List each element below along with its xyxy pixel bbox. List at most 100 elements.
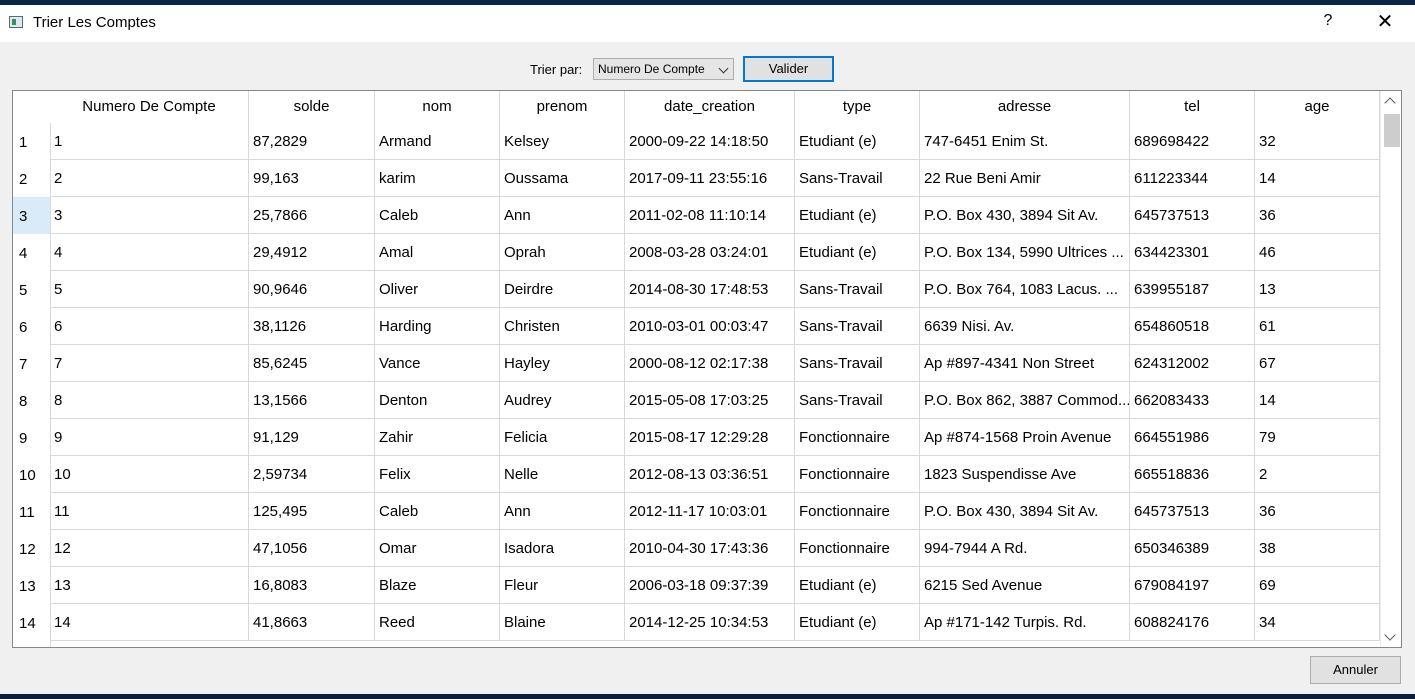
cell-adresse[interactable]: Ap #171-142 Turpis. Rd.: [920, 604, 1130, 640]
row-header[interactable]: 2: [13, 160, 50, 197]
cell-tel[interactable]: 650346389: [1130, 530, 1255, 566]
cell-age[interactable]: 2: [1255, 456, 1380, 492]
cell-numero-de-compte[interactable]: 10: [50, 456, 249, 492]
cell-nom[interactable]: Omar: [375, 530, 500, 566]
row-header[interactable]: 10: [13, 456, 50, 493]
cell-date-creation[interactable]: 2014-12-25 10:34:53: [625, 604, 795, 640]
cancel-button[interactable]: Annuler: [1310, 656, 1401, 684]
cell-age[interactable]: 34: [1255, 604, 1380, 640]
cell-age[interactable]: 13: [1255, 271, 1380, 307]
row-header[interactable]: 1: [13, 123, 50, 160]
column-header-tel[interactable]: tel: [1130, 91, 1255, 123]
cell-nom[interactable]: Caleb: [375, 493, 500, 529]
cell-nom[interactable]: karim: [375, 160, 500, 196]
cell-tel[interactable]: 664551986: [1130, 419, 1255, 455]
cell-type[interactable]: Fonctionnaire: [795, 456, 920, 492]
cell-adresse[interactable]: Ap #897-4341 Non Street: [920, 345, 1130, 381]
row-header[interactable]: 13: [13, 567, 50, 604]
table-row[interactable]: 10 2,59734 Felix Nelle 2012-08-13 03:36:51 Fo…: [50, 456, 1380, 493]
row-header[interactable]: 5: [13, 271, 50, 308]
cell-type[interactable]: Sans-Travail: [795, 345, 920, 381]
cell-type[interactable]: Fonctionnaire: [795, 530, 920, 566]
cell-type[interactable]: Sans-Travail: [795, 271, 920, 307]
cell-numero-de-compte[interactable]: 2: [50, 160, 249, 196]
cell-age[interactable]: 14: [1255, 160, 1380, 196]
cell-numero-de-compte[interactable]: 4: [50, 234, 249, 270]
cell-prenom[interactable]: Nelle: [500, 456, 625, 492]
cell-prenom[interactable]: Hayley: [500, 345, 625, 381]
table-row[interactable]: 6 38,1126 Harding Christen 2010-03-01 00:03:…: [50, 308, 1380, 345]
cell-type[interactable]: Sans-Travail: [795, 160, 920, 196]
table-row[interactable]: 12 47,1056 Omar Isadora 2010-04-30 17:43:36 F…: [50, 530, 1380, 567]
cell-type[interactable]: Etudiant (e): [795, 123, 920, 159]
cell-nom[interactable]: Felix: [375, 456, 500, 492]
cell-age[interactable]: 61: [1255, 308, 1380, 344]
cell-tel[interactable]: 679084197: [1130, 567, 1255, 603]
cell-tel[interactable]: 639955187: [1130, 271, 1255, 307]
row-header[interactable]: 3: [13, 197, 50, 234]
cell-numero-de-compte[interactable]: 13: [50, 567, 249, 603]
cell-age[interactable]: 36: [1255, 493, 1380, 529]
cell-nom[interactable]: Harding: [375, 308, 500, 344]
cell-solde[interactable]: 41,8663: [249, 604, 375, 640]
cell-prenom[interactable]: Isadora: [500, 530, 625, 566]
cell-tel[interactable]: 689698422: [1130, 123, 1255, 159]
cell-tel[interactable]: 662083433: [1130, 382, 1255, 418]
cell-date-creation[interactable]: 2010-04-30 17:43:36: [625, 530, 795, 566]
cell-adresse[interactable]: 747-6451 Enim St.: [920, 123, 1130, 159]
cell-tel[interactable]: 645737513: [1130, 493, 1255, 529]
cell-date-creation[interactable]: 2012-11-17 10:03:01: [625, 493, 795, 529]
cell-age[interactable]: 69: [1255, 567, 1380, 603]
cell-nom[interactable]: Reed: [375, 604, 500, 640]
cell-tel[interactable]: 611223344: [1130, 160, 1255, 196]
cell-numero-de-compte[interactable]: 14: [50, 604, 249, 640]
cell-date-creation[interactable]: 2012-08-13 03:36:51: [625, 456, 795, 492]
cell-tel[interactable]: 665518836: [1130, 456, 1255, 492]
cell-numero-de-compte[interactable]: 1: [50, 123, 249, 159]
column-header-type[interactable]: type: [795, 91, 920, 123]
cell-solde[interactable]: 16,8083: [249, 567, 375, 603]
cell-solde[interactable]: 47,1056: [249, 530, 375, 566]
cell-prenom[interactable]: Blaine: [500, 604, 625, 640]
cell-numero-de-compte[interactable]: 7: [50, 345, 249, 381]
cell-adresse[interactable]: P.O. Box 764, 1083 Lacus. ...: [920, 271, 1130, 307]
row-header[interactable]: 7: [13, 345, 50, 382]
cell-type[interactable]: Etudiant (e): [795, 604, 920, 640]
cell-age[interactable]: 79: [1255, 419, 1380, 455]
cell-date-creation[interactable]: 2017-09-11 23:55:16: [625, 160, 795, 196]
cell-prenom[interactable]: Ann: [500, 493, 625, 529]
cell-date-creation[interactable]: 2015-05-08 17:03:25: [625, 382, 795, 418]
table-row[interactable]: 13 16,8083 Blaze Fleur 2006-03-18 09:37:39 Et…: [50, 567, 1380, 604]
cell-date-creation[interactable]: 2014-08-30 17:48:53: [625, 271, 795, 307]
cell-numero-de-compte[interactable]: 6: [50, 308, 249, 344]
cell-numero-de-compte[interactable]: 12: [50, 530, 249, 566]
cell-adresse[interactable]: 22 Rue Beni Amir: [920, 160, 1130, 196]
row-header[interactable]: 9: [13, 419, 50, 456]
cell-date-creation[interactable]: 2000-09-22 14:18:50: [625, 123, 795, 159]
table-row[interactable]: 4 29,4912 Amal Oprah 2008-03-28 03:24:01 Etud…: [50, 234, 1380, 271]
scroll-thumb[interactable]: [1384, 114, 1400, 147]
title-bar[interactable]: Trier Les Comptes ? ✕: [0, 5, 1415, 42]
cell-type[interactable]: Sans-Travail: [795, 382, 920, 418]
close-button[interactable]: ✕: [1374, 11, 1396, 35]
table-row[interactable]: 2 99,163 karim Oussama 2017-09-11 23:55:16 Sa…: [50, 160, 1380, 197]
cell-prenom[interactable]: Felicia: [500, 419, 625, 455]
validate-button[interactable]: Valider: [743, 56, 834, 82]
cell-solde[interactable]: 87,2829: [249, 123, 375, 159]
cell-prenom[interactable]: Audrey: [500, 382, 625, 418]
table-row[interactable]: 14 41,8663 Reed Blaine 2014-12-25 10:34:53 Et…: [50, 604, 1380, 641]
cell-nom[interactable]: Oliver: [375, 271, 500, 307]
cell-solde[interactable]: 125,495: [249, 493, 375, 529]
cell-prenom[interactable]: Fleur: [500, 567, 625, 603]
cell-solde[interactable]: 90,9646: [249, 271, 375, 307]
cell-adresse[interactable]: P.O. Box 862, 3887 Commod...: [920, 382, 1130, 418]
cell-date-creation[interactable]: 2006-03-18 09:37:39: [625, 567, 795, 603]
cell-solde[interactable]: 2,59734: [249, 456, 375, 492]
cell-type[interactable]: Etudiant (e): [795, 567, 920, 603]
cell-tel[interactable]: 608824176: [1130, 604, 1255, 640]
table-row[interactable]: 7 85,6245 Vance Hayley 2000-08-12 02:17:38 Sa…: [50, 345, 1380, 382]
sort-by-select[interactable]: Numero De Compte: [593, 58, 734, 80]
table-row[interactable]: 8 13,1566 Denton Audrey 2015-05-08 17:03:25 S…: [50, 382, 1380, 419]
cell-prenom[interactable]: Christen: [500, 308, 625, 344]
cell-type[interactable]: Fonctionnaire: [795, 493, 920, 529]
